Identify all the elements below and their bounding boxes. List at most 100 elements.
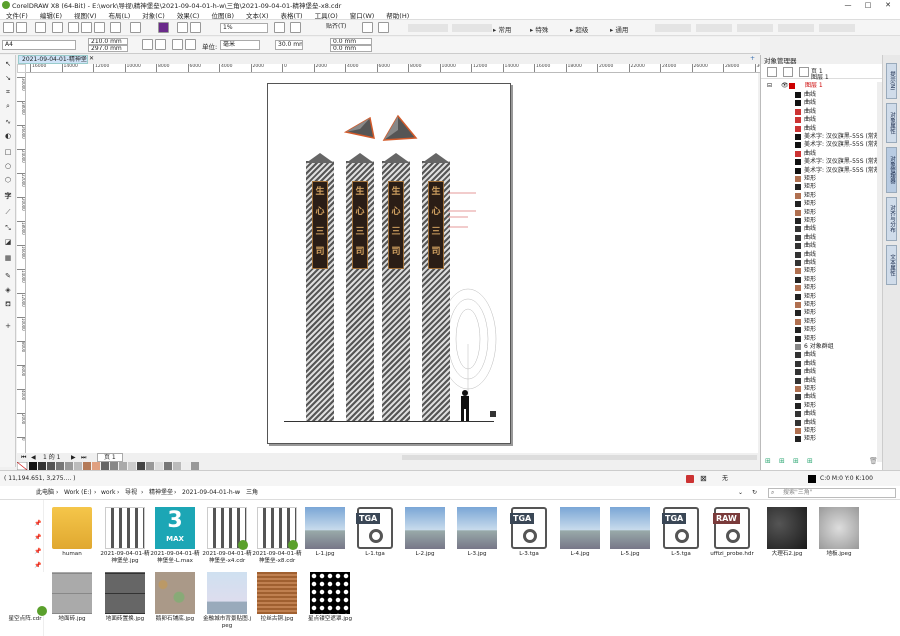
new-master-layer-even-icon[interactable]: ⊞ [793,457,799,465]
show-properties-icon[interactable] [799,67,809,77]
text-tool-icon[interactable]: 字 [3,191,13,201]
plugin-slot-6[interactable] [778,24,814,32]
object-tree-item[interactable]: 曲线 [761,125,877,133]
workspace-general[interactable]: ▸ 通用 [610,24,628,34]
menu-help[interactable]: 帮助(H) [386,10,409,20]
object-tree-item[interactable]: 矩形 [761,335,877,343]
file-item[interactable]: 地板.jpeg [814,507,864,558]
menu-table[interactable]: 表格(T) [281,10,303,20]
drop-shadow-icon[interactable]: ◪ [3,237,13,247]
object-tree-item[interactable]: 曲线 [761,410,877,418]
current-page-icon[interactable] [185,39,196,50]
chevron-down-icon[interactable]: ⌄ [738,486,743,500]
object-tree-item[interactable]: 矩形 [761,192,877,200]
fullscreen-icon[interactable] [274,22,285,33]
expand-icon[interactable]: ⊟ [767,82,772,90]
object-tree-item[interactable]: 矩形 [761,217,877,225]
ellipse-tool-icon[interactable]: ○ [3,161,13,171]
object-tree-item[interactable]: 矩形 [761,427,877,435]
plugin-slot-3[interactable] [655,24,691,32]
file-item[interactable]: 星点镂空遮罩.jpg [305,572,355,623]
minimize-button[interactable]: — [838,0,858,10]
object-tree-item[interactable]: 曲线 [761,377,877,385]
file-item[interactable]: 星空点阵.cdr [0,572,50,623]
object-tree-item[interactable]: 曲线 [761,360,877,368]
zoom-field[interactable]: 1% [220,23,268,33]
paste-icon[interactable] [94,22,105,33]
file-item[interactable]: 地面砖.jpg [47,572,97,623]
vertical-ruler[interactable]: 30000 28000 26000 24000 22000 20000 18000 16000… [17,73,26,453]
object-tree-item[interactable]: 矩形 [761,385,877,393]
corel-connect-icon[interactable] [158,22,169,33]
object-tree-item[interactable]: 曲线 [761,242,877,250]
tab-object-manager[interactable]: 对象管理器 [886,147,897,193]
breadcrumb-drive[interactable]: Work (E:) [64,486,92,500]
close-tab-icon[interactable]: ✕ [89,55,94,62]
smart-fill-icon[interactable]: ◐ [3,131,13,141]
file-item[interactable]: L-3.jpg [452,507,502,558]
new-document-icon[interactable] [3,22,14,33]
print-icon[interactable] [52,22,63,33]
new-master-layer-odd-icon[interactable]: ⊞ [807,457,813,465]
layer-row[interactable]: ⊟ 👁 图层 1 [761,82,877,90]
object-tree-item[interactable]: 美术字: 汉仪旗黑-55S (常规) [761,167,877,175]
pin-icon[interactable]: 📌 [34,548,41,555]
object-tree-item[interactable]: 矩形 [761,318,877,326]
object-tree-item[interactable]: 曲线 [761,108,877,116]
menu-window[interactable]: 窗口(W) [350,10,375,20]
eyedropper-icon[interactable]: ✎ [3,271,13,281]
export-icon[interactable] [190,22,201,33]
object-tree-item[interactable]: 美术字: 汉仪旗黑-55S (常规) [761,158,877,166]
add-tool-icon[interactable]: + [3,321,13,331]
file-item[interactable]: RAW uffizi_probe.hdr [707,507,757,558]
file-item[interactable]: 鹅卵石铺底.jpg [150,572,200,623]
object-tree-item[interactable]: 曲线 [761,91,877,99]
workspace-common[interactable]: ▸ 常用 [493,24,511,34]
color-proof-icon[interactable] [686,475,694,483]
file-item[interactable]: L-5.jpg [605,507,655,558]
freehand-tool-icon[interactable]: ∿ [3,117,13,127]
new-layer-icon[interactable]: ⊞ [765,457,771,465]
smart-fill-bucket-icon[interactable]: ⛾ [3,299,13,309]
file-item[interactable]: human [47,507,97,558]
file-item[interactable]: TGA L-3.tga [504,507,554,558]
plugin-slot-7[interactable] [819,24,855,32]
object-tree-item[interactable]: 曲线 [761,251,877,259]
small-marker[interactable] [490,411,496,417]
palette-swatches[interactable] [16,461,207,471]
object-tree-item[interactable]: 矩形 [761,200,877,208]
all-pages-icon[interactable] [172,39,183,50]
page-tab[interactable]: 页 1 [97,453,123,462]
object-tree-item[interactable]: 曲线 [761,351,877,359]
file-item[interactable]: 2021-09-04-01-精神堡垒.jpg [100,507,150,565]
dup-x-field[interactable]: 0.0 mm [330,38,372,45]
parallel-dimension-icon[interactable]: ⟋ [3,207,13,217]
object-tree-item[interactable]: 矩形 [761,183,877,191]
pin-icon[interactable]: 📌 [34,520,41,527]
file-item[interactable]: 2021-09-04-01-精神堡垒-x8.cdr [252,507,302,565]
polygon-tool-icon[interactable]: ⬡ [3,175,13,185]
rectangle-tool-icon[interactable]: □ [3,147,13,157]
units-select[interactable]: 毫米 [220,40,260,50]
menu-view[interactable]: 视图(V) [74,10,97,20]
object-tree-item[interactable]: 矩形 [761,326,877,334]
breadcrumb-work[interactable]: work [101,486,116,500]
breadcrumb-fortress[interactable]: 精神堡垒 [149,486,173,500]
open-icon[interactable] [16,22,27,33]
first-page-icon[interactable]: ⏮ [21,453,26,462]
object-tree-item[interactable]: 矩形 [761,435,877,443]
rulers-icon[interactable] [290,22,301,33]
pillar-4[interactable]: 生 心 三 司 [422,153,450,421]
pillar-2[interactable]: 生 心 三 司 [346,153,374,421]
object-tree-item[interactable]: 曲线 [761,393,877,401]
object-tree-item[interactable]: 矩形 [761,309,877,317]
pick-tool-icon[interactable]: ↖ [3,59,13,69]
close-button[interactable]: ✕ [878,0,898,10]
page-width-field[interactable]: 210.0 mm [88,38,128,45]
settings-gear-icon[interactable] [362,22,373,33]
breadcrumb-this-pc[interactable]: 此电脑 [36,486,54,500]
triangle-sculptures[interactable] [344,112,424,148]
breadcrumb-triangle[interactable]: 三角 [246,486,258,500]
workspace-super[interactable]: ▸ 超级 [570,24,588,34]
outline-color-swatch[interactable] [808,475,816,483]
